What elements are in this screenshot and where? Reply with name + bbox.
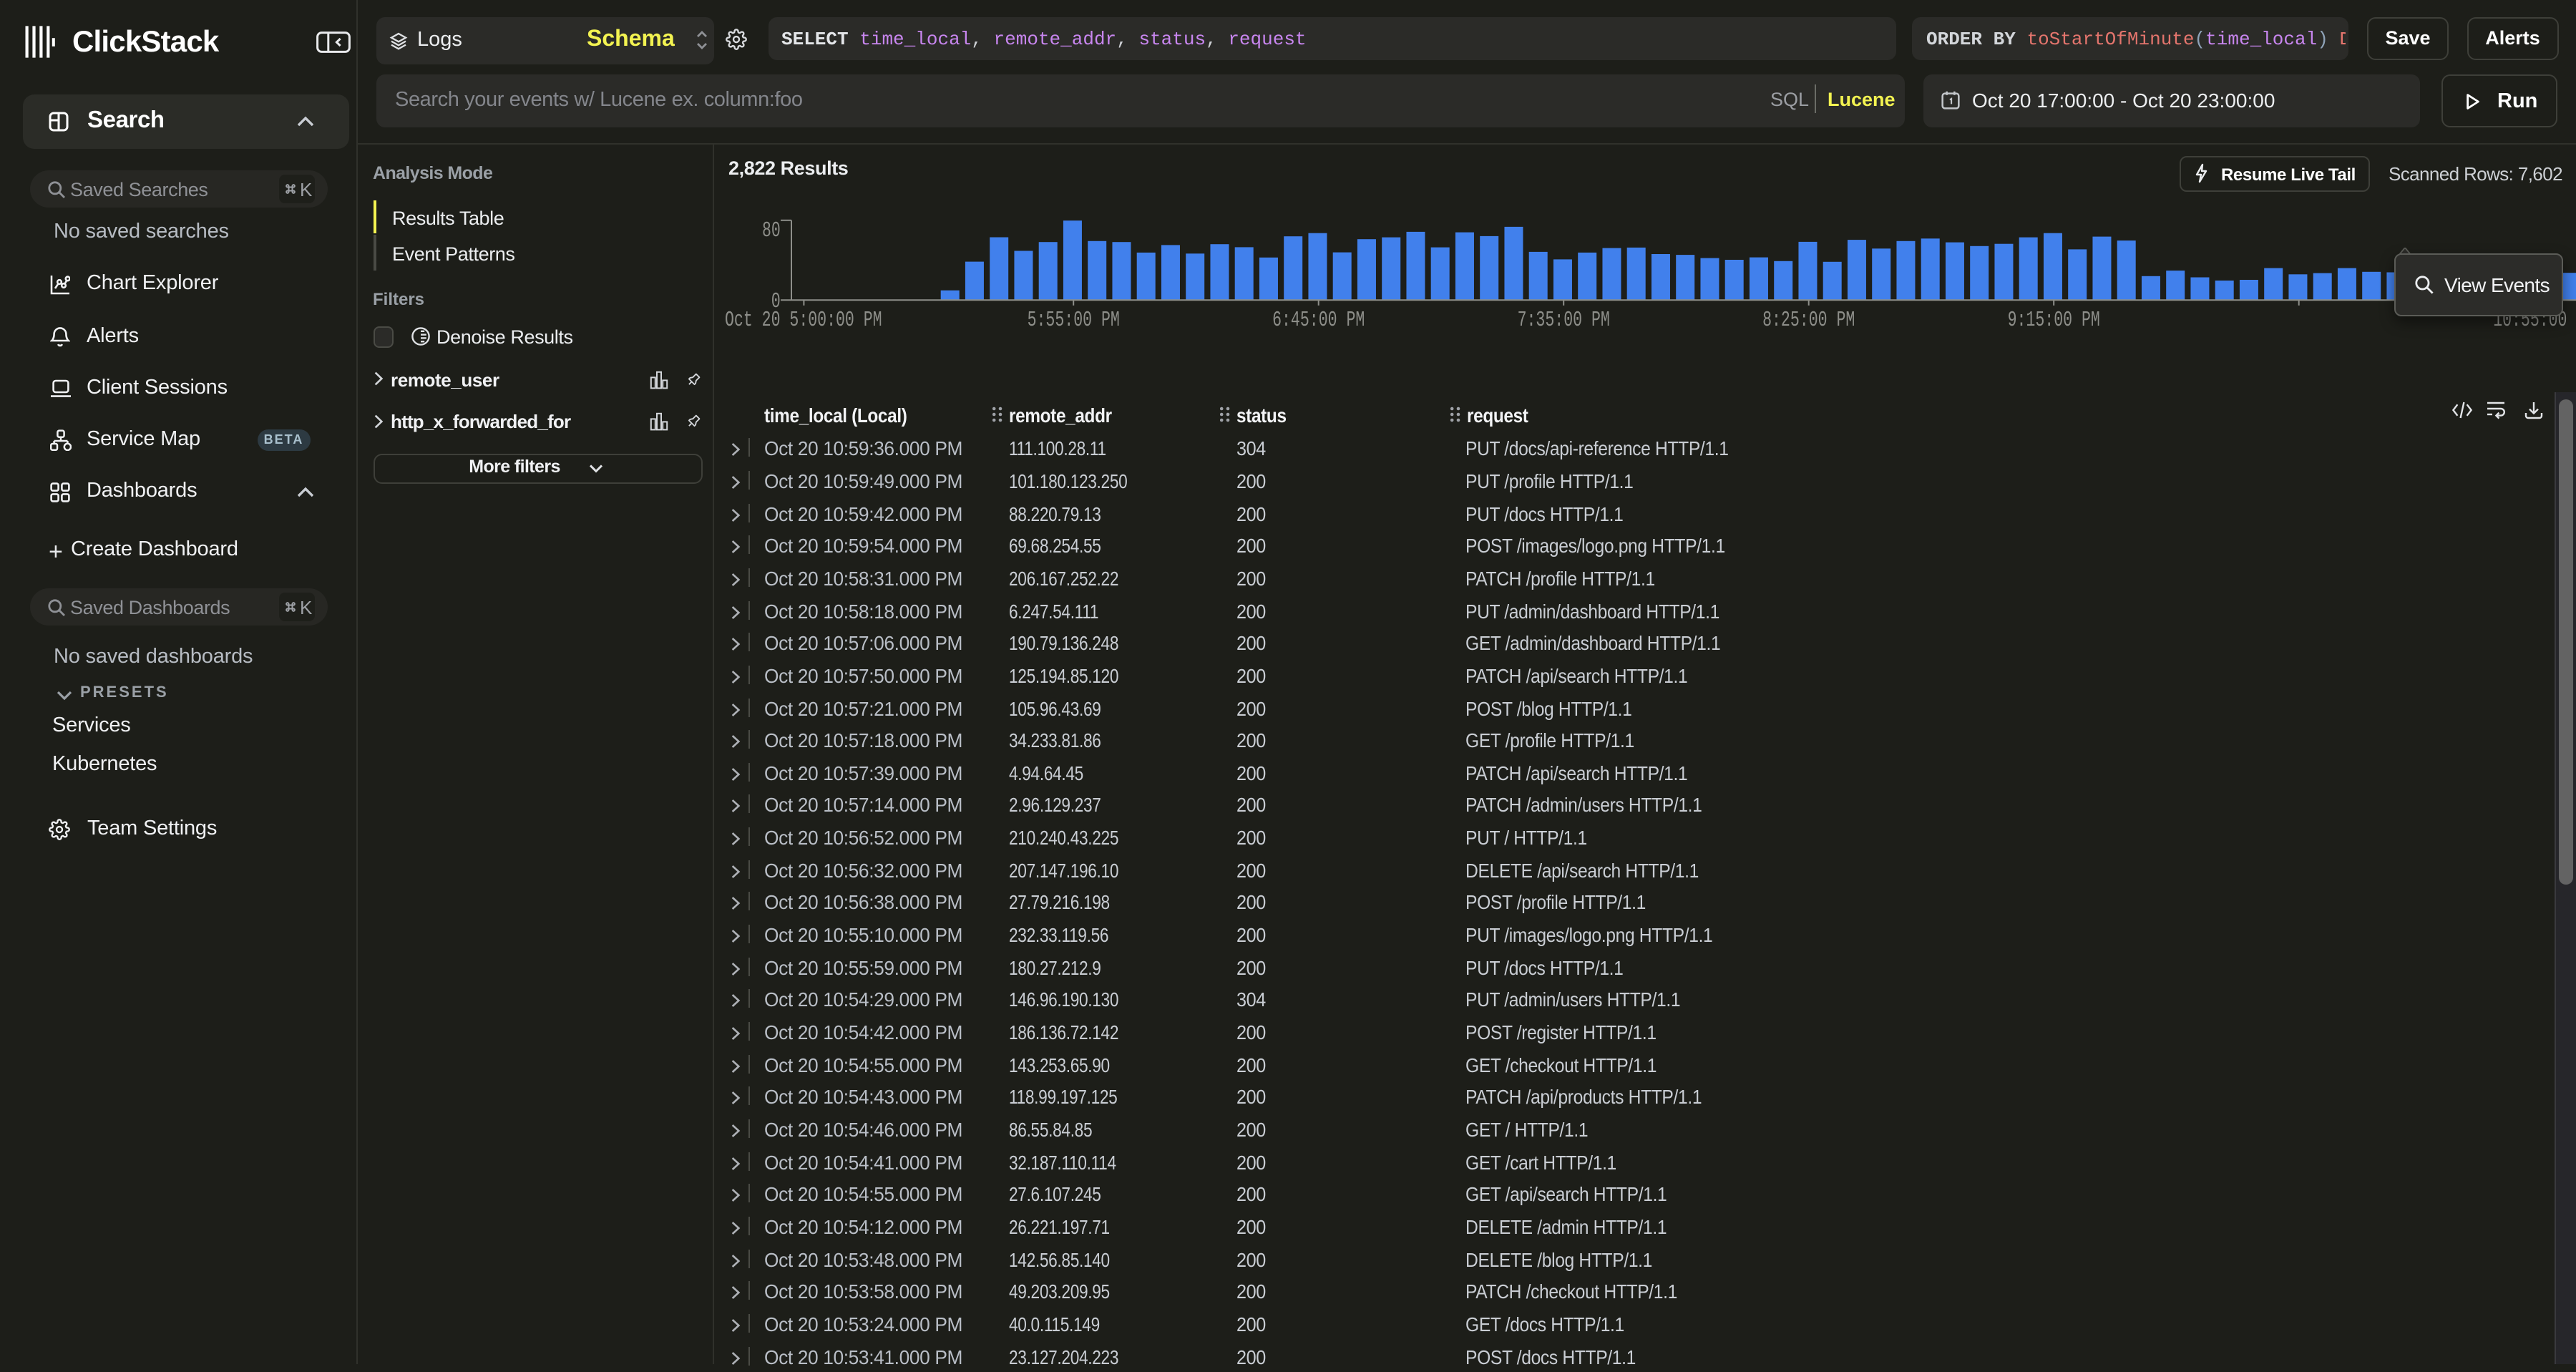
svg-text:9:15:00 PM: 9:15:00 PM bbox=[2008, 308, 2100, 333]
svg-text:7:35:00 PM: 7:35:00 PM bbox=[1518, 308, 1610, 333]
svg-text:Oct 20 5:00:00 PM: Oct 20 5:00:00 PM bbox=[725, 308, 882, 333]
svg-text:8:25:00 PM: 8:25:00 PM bbox=[1762, 308, 1855, 333]
svg-text:5:55:00 PM: 5:55:00 PM bbox=[1028, 308, 1120, 333]
svg-text:80: 80 bbox=[762, 219, 781, 243]
svg-text:6:45:00 PM: 6:45:00 PM bbox=[1272, 308, 1365, 333]
